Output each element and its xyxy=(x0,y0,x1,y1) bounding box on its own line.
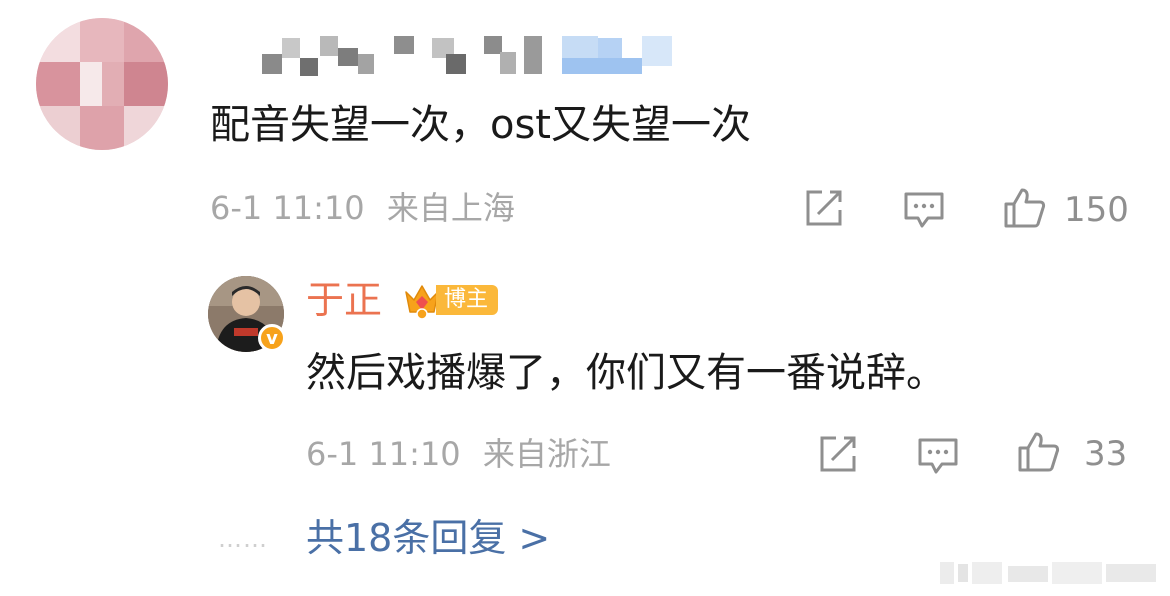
reply-like-button[interactable] xyxy=(1016,430,1060,478)
comment-like-count: 150 xyxy=(1064,190,1129,230)
reply-like-count: 33 xyxy=(1084,434,1128,474)
comment-share-button[interactable] xyxy=(802,186,846,234)
reply-author-name[interactable]: 于正 xyxy=(306,276,382,324)
comment-meta: 6-1 11:10 来自上海 xyxy=(210,188,515,228)
comment-reply-button[interactable] xyxy=(902,188,946,236)
commenter-avatar[interactable] xyxy=(36,18,168,150)
like-icon xyxy=(1004,188,1046,228)
blogger-badge-label: 博主 xyxy=(436,285,499,315)
watermark xyxy=(940,560,1160,586)
more-replies-dots: …… xyxy=(218,525,268,553)
watermark-mosaic xyxy=(940,562,1156,584)
comment-time: 6-1 11:10 xyxy=(210,189,365,227)
reply-text: 然后戏播爆了，你们又有一番说辞。 xyxy=(306,350,946,396)
reply-comment-button[interactable] xyxy=(916,434,960,482)
blogger-badge: 博主 xyxy=(402,280,499,320)
comment-text: 配音失望一次，ost又失望一次 xyxy=(210,102,751,148)
comment-location: 来自上海 xyxy=(386,189,515,227)
reply-time: 6-1 11:10 xyxy=(306,435,461,473)
reply-meta: 6-1 11:10 来自浙江 xyxy=(306,434,611,474)
comment-like-button[interactable] xyxy=(1002,186,1046,234)
share-icon xyxy=(820,436,856,472)
comment-icon xyxy=(918,438,958,474)
avatar-pixelated-image xyxy=(36,18,168,150)
reply-location: 来自浙江 xyxy=(482,435,611,473)
like-icon xyxy=(1018,432,1060,472)
reply-share-button[interactable] xyxy=(816,432,860,480)
share-icon xyxy=(806,190,842,226)
commenter-name-pixelated[interactable] xyxy=(262,34,682,78)
more-replies-link[interactable]: 共18条回复 > xyxy=(306,514,550,562)
comment-icon xyxy=(904,192,944,228)
verified-badge: v xyxy=(258,324,286,352)
name-mosaic-image xyxy=(262,36,672,76)
